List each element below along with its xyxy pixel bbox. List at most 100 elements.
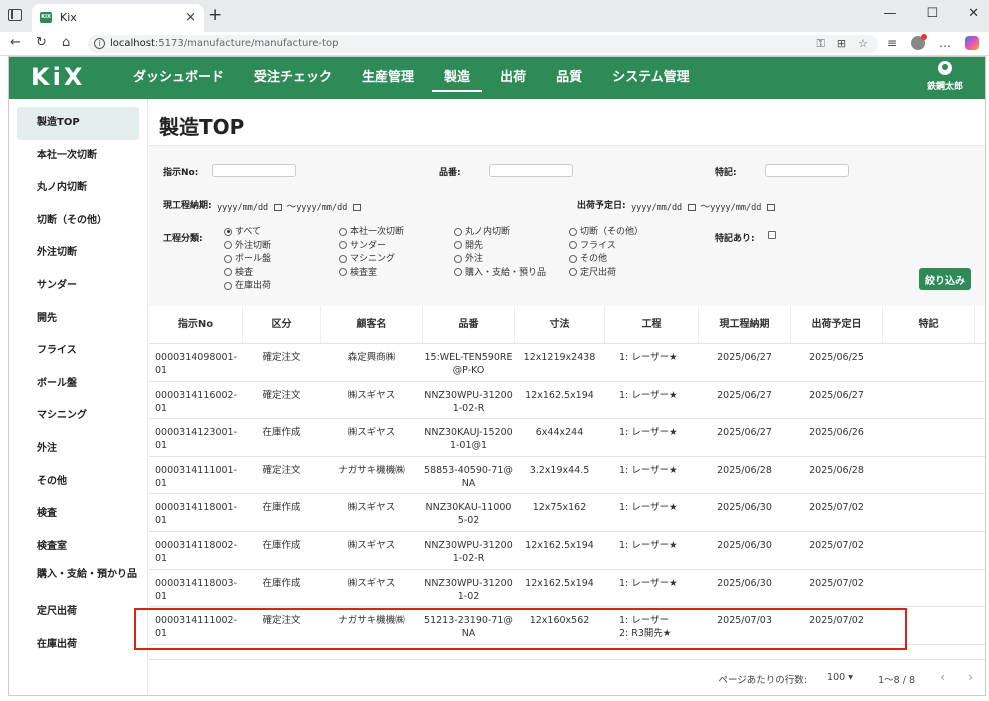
- table-row[interactable]: 0000314111002-01 確定注文 ナガサキ機機㈱ 51213-23190-7…: [149, 607, 985, 645]
- filter-button[interactable]: 絞り込み: [919, 268, 971, 290]
- column-header[interactable]: 寸法: [515, 306, 605, 343]
- maximize-icon[interactable]: ☐: [926, 6, 938, 21]
- sidebar-item[interactable]: 丸ノ内切断: [17, 172, 139, 205]
- process-radio-option[interactable]: その他: [569, 253, 643, 267]
- radio-icon[interactable]: [569, 227, 577, 236]
- table-row[interactable]: 0000314116002-01 確定注文 ㈱スギヤス NNZ30WPU-312001…: [149, 382, 985, 420]
- order-no-input[interactable]: [212, 164, 296, 177]
- logo[interactable]: KiX: [31, 63, 85, 91]
- profile-icon[interactable]: [911, 34, 927, 50]
- process-radio-option[interactable]: 検査室: [339, 267, 404, 281]
- sidebar-item[interactable]: 切断（その他）: [17, 205, 139, 238]
- process-radio-option[interactable]: フライス: [569, 240, 643, 254]
- process-radio-option[interactable]: サンダー: [339, 240, 404, 254]
- radio-icon[interactable]: [454, 268, 462, 276]
- new-tab-icon[interactable]: +: [208, 5, 222, 25]
- column-header[interactable]: 指示No: [149, 306, 243, 343]
- sidebar-item[interactable]: サンダー: [17, 270, 139, 303]
- process-radio-option[interactable]: 検査: [224, 267, 271, 281]
- column-header[interactable]: 現工程納期: [699, 306, 791, 343]
- sidebar-item[interactable]: 検査室: [17, 531, 139, 564]
- sidebar-item[interactable]: 開先: [17, 303, 139, 336]
- close-window-icon[interactable]: ✕: [968, 6, 979, 21]
- process-radio-option[interactable]: 購入・支給・預り品: [454, 267, 546, 281]
- process-radio-option[interactable]: ボール盤: [224, 253, 271, 267]
- ship-to-input[interactable]: yyyy/mm/dd: [710, 203, 761, 213]
- process-radio-option[interactable]: 定尺出荷: [569, 267, 643, 281]
- calendar-icon[interactable]: [353, 204, 362, 211]
- column-header[interactable]: 工程: [605, 306, 699, 343]
- calendar-icon[interactable]: [274, 204, 283, 211]
- radio-icon[interactable]: [569, 241, 577, 249]
- radio-icon[interactable]: [454, 254, 462, 263]
- nav-item[interactable]: 出荷: [488, 57, 538, 99]
- column-header[interactable]: 品番: [423, 306, 515, 343]
- radio-icon[interactable]: [339, 227, 347, 236]
- due-to-input[interactable]: yyyy/mm/dd: [296, 203, 347, 213]
- process-radio-option[interactable]: すべて: [224, 226, 271, 240]
- sidebar-item[interactable]: 定尺出荷: [17, 596, 139, 629]
- back-icon[interactable]: ←: [10, 35, 21, 50]
- process-radio-option[interactable]: 本社一次切断: [339, 226, 404, 240]
- column-header[interactable]: 特記: [883, 306, 975, 343]
- radio-icon[interactable]: [224, 254, 232, 263]
- sidebar-item[interactable]: 外注: [17, 433, 139, 466]
- radio-icon[interactable]: [454, 241, 462, 249]
- process-radio-option[interactable]: 外注: [454, 253, 546, 267]
- process-radio-option[interactable]: 切断（その他）: [569, 226, 643, 240]
- sidebar-item[interactable]: 検査: [17, 498, 139, 531]
- column-header[interactable]: 区分: [243, 306, 321, 343]
- sidebar-item[interactable]: ボール盤: [17, 368, 139, 401]
- home-icon[interactable]: ⌂: [62, 35, 70, 50]
- sidebar-item[interactable]: 外注切断: [17, 237, 139, 270]
- minimize-icon[interactable]: —: [883, 6, 896, 21]
- process-radio-option[interactable]: 丸ノ内切断: [454, 226, 546, 240]
- read-aloud-icon[interactable]: ⊞: [837, 37, 846, 51]
- calendar-icon[interactable]: [688, 204, 697, 211]
- close-tab-icon[interactable]: ×: [185, 10, 196, 25]
- sidebar-item[interactable]: フライス: [17, 335, 139, 368]
- nav-item[interactable]: 製造: [432, 57, 483, 99]
- sidebar-item[interactable]: 購入・支給・預かり品: [17, 563, 139, 596]
- sidebar-item[interactable]: 製造TOP: [17, 107, 139, 140]
- sidebar-item[interactable]: 在庫出荷: [17, 629, 139, 662]
- column-header[interactable]: 顧客名: [321, 306, 423, 343]
- table-row[interactable]: 0000314111001-01 確定注文 ナガサキ機機㈱ 58853-40590-7…: [149, 457, 985, 495]
- has-note-checkbox[interactable]: [768, 231, 776, 239]
- favorites-icon[interactable]: ≡: [887, 36, 897, 50]
- column-header[interactable]: 出荷予定日: [791, 306, 883, 343]
- next-page-icon[interactable]: ›: [968, 670, 973, 684]
- sidebar-item[interactable]: 本社一次切断: [17, 140, 139, 173]
- radio-icon[interactable]: [339, 241, 347, 249]
- sidebar-item[interactable]: その他: [17, 466, 139, 499]
- nav-item[interactable]: 生産管理: [350, 57, 426, 99]
- url-field[interactable]: i localhost:5173/manufacture/manufacture…: [88, 35, 878, 53]
- calendar-icon[interactable]: [767, 204, 776, 211]
- process-radio-option[interactable]: 外注切断: [224, 240, 271, 254]
- process-radio-option[interactable]: マシニング: [339, 253, 404, 267]
- table-row[interactable]: 0000314118001-01 在庫作成 ㈱スギヤス NNZ30KAU-110005…: [149, 494, 985, 532]
- radio-icon[interactable]: [224, 227, 232, 236]
- copilot-icon[interactable]: [965, 36, 979, 50]
- radio-icon[interactable]: [569, 254, 577, 263]
- radio-icon[interactable]: [224, 268, 232, 276]
- nav-item[interactable]: 品質: [544, 57, 594, 99]
- radio-icon[interactable]: [454, 227, 462, 236]
- nav-item[interactable]: ダッシュボード: [121, 57, 236, 99]
- note-input[interactable]: [765, 164, 849, 177]
- prev-page-icon[interactable]: ‹: [940, 670, 945, 684]
- radio-icon[interactable]: [339, 268, 347, 276]
- more-icon[interactable]: …: [939, 36, 951, 50]
- radio-icon[interactable]: [224, 241, 232, 249]
- table-row[interactable]: 0000314098001-01 確定注文 森定興商㈱ 15:WEL-TEN590RE…: [149, 344, 985, 382]
- due-from-input[interactable]: yyyy/mm/dd: [217, 203, 268, 213]
- favorite-icon[interactable]: ☆: [858, 37, 868, 51]
- table-row[interactable]: 0000314118002-01 在庫作成 ㈱スギヤス NNZ30WPU-312001…: [149, 532, 985, 570]
- user-menu[interactable]: 鉄鋼太郎: [927, 61, 963, 92]
- process-radio-option[interactable]: 開先: [454, 240, 546, 254]
- nav-item[interactable]: システム管理: [600, 57, 702, 99]
- part-no-input[interactable]: [489, 164, 573, 177]
- rows-per-page-select[interactable]: 100 ▾: [827, 672, 853, 683]
- reload-icon[interactable]: ↻: [36, 35, 47, 50]
- ship-from-input[interactable]: yyyy/mm/dd: [631, 203, 682, 213]
